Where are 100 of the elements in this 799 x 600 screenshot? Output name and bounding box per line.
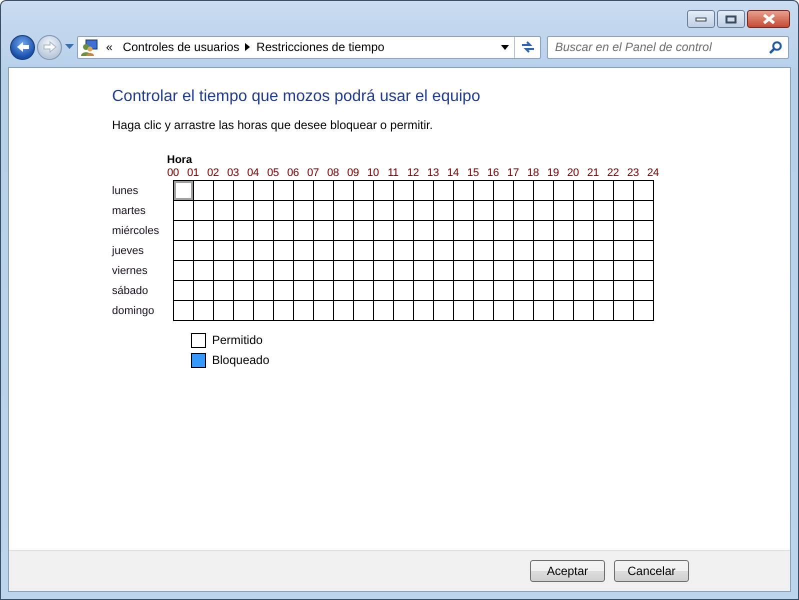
hour-cell[interactable] — [174, 201, 194, 221]
hour-cell[interactable] — [274, 181, 294, 201]
hour-cell[interactable] — [574, 201, 594, 221]
hour-cell[interactable] — [454, 181, 474, 201]
hour-cell[interactable] — [234, 201, 254, 221]
hour-cell[interactable] — [434, 281, 454, 301]
hour-cell[interactable] — [434, 301, 454, 321]
hour-cell[interactable] — [614, 201, 634, 221]
hour-cell[interactable] — [454, 281, 474, 301]
search-icon[interactable] — [769, 40, 782, 54]
hour-cell[interactable] — [354, 281, 374, 301]
hour-cell[interactable] — [274, 281, 294, 301]
hour-cell[interactable] — [514, 281, 534, 301]
hour-cell[interactable] — [294, 281, 314, 301]
hour-cell[interactable] — [354, 201, 374, 221]
close-button[interactable] — [747, 10, 790, 28]
hour-cell[interactable] — [254, 201, 274, 221]
hour-cell[interactable] — [534, 221, 554, 241]
hour-cell[interactable] — [294, 241, 314, 261]
chevron-icon[interactable] — [245, 43, 250, 51]
hour-cell[interactable] — [514, 261, 534, 281]
hour-cell[interactable] — [274, 261, 294, 281]
hour-cell[interactable] — [614, 261, 634, 281]
hour-cell[interactable] — [614, 241, 634, 261]
hour-cell[interactable] — [534, 301, 554, 321]
cancel-button[interactable]: Cancelar — [614, 560, 689, 582]
hour-cell[interactable] — [354, 241, 374, 261]
hour-cell[interactable] — [614, 181, 634, 201]
hour-cell[interactable] — [214, 261, 234, 281]
hour-cell[interactable] — [194, 201, 214, 221]
hour-cell[interactable] — [314, 301, 334, 321]
hour-cell[interactable] — [434, 261, 454, 281]
hour-cell[interactable] — [314, 281, 334, 301]
hour-cell[interactable] — [434, 241, 454, 261]
hour-cell[interactable] — [294, 301, 314, 321]
hour-cell[interactable] — [194, 181, 214, 201]
hour-cell[interactable] — [314, 261, 334, 281]
hour-cell[interactable] — [174, 241, 194, 261]
hour-cell[interactable] — [554, 221, 574, 241]
hour-cell[interactable] — [554, 241, 574, 261]
hour-cell[interactable] — [414, 221, 434, 241]
hour-cell[interactable] — [394, 301, 414, 321]
hour-cell[interactable] — [334, 181, 354, 201]
hour-cell[interactable] — [274, 301, 294, 321]
hour-cell[interactable] — [474, 241, 494, 261]
hour-cell[interactable] — [594, 261, 614, 281]
hour-cell[interactable] — [234, 221, 254, 241]
hour-cell[interactable] — [174, 221, 194, 241]
hour-cell[interactable] — [434, 181, 454, 201]
hour-cell[interactable] — [574, 261, 594, 281]
hour-cell[interactable] — [554, 181, 574, 201]
hour-cell[interactable] — [454, 261, 474, 281]
hour-cell[interactable] — [414, 281, 434, 301]
hour-cell[interactable] — [254, 181, 274, 201]
hour-cell[interactable] — [514, 221, 534, 241]
hour-cell[interactable] — [394, 261, 414, 281]
hour-cell[interactable] — [574, 301, 594, 321]
hour-cell[interactable] — [274, 201, 294, 221]
hour-cell[interactable] — [374, 201, 394, 221]
hour-cell[interactable] — [354, 301, 374, 321]
hour-cell[interactable] — [594, 301, 614, 321]
hour-cell[interactable] — [314, 221, 334, 241]
hour-cell[interactable] — [634, 181, 654, 201]
hour-cell[interactable] — [214, 281, 234, 301]
breadcrumb-overflow[interactable]: « — [106, 40, 113, 54]
hour-cell[interactable] — [594, 201, 614, 221]
hour-cell[interactable] — [354, 261, 374, 281]
breadcrumb[interactable]: Restricciones de tiempo — [256, 40, 384, 54]
hour-cell[interactable] — [474, 221, 494, 241]
maximize-button[interactable] — [717, 10, 745, 28]
hour-cell[interactable] — [174, 301, 194, 321]
back-button[interactable] — [10, 34, 35, 60]
hour-cell[interactable] — [514, 301, 534, 321]
hour-cell[interactable] — [514, 241, 534, 261]
hour-cell[interactable] — [254, 241, 274, 261]
hour-cell[interactable] — [414, 261, 434, 281]
hour-cell[interactable] — [454, 241, 474, 261]
hour-cell[interactable] — [474, 201, 494, 221]
breadcrumb[interactable]: Controles de usuarios — [122, 40, 240, 54]
search-field[interactable]: Buscar en el Panel de control — [547, 36, 789, 58]
hour-cell[interactable] — [494, 241, 514, 261]
hour-cell[interactable] — [214, 181, 234, 201]
hour-cell[interactable] — [214, 221, 234, 241]
hour-cell[interactable] — [334, 301, 354, 321]
hour-cell[interactable] — [574, 181, 594, 201]
hour-cell[interactable] — [334, 201, 354, 221]
hour-cell[interactable] — [334, 221, 354, 241]
hour-cell[interactable] — [434, 201, 454, 221]
hour-cell[interactable] — [394, 201, 414, 221]
hour-cell[interactable] — [534, 241, 554, 261]
hour-cell[interactable] — [394, 241, 414, 261]
hour-cell[interactable] — [254, 261, 274, 281]
hour-cell[interactable] — [174, 181, 194, 201]
hour-cell[interactable] — [634, 201, 654, 221]
hour-cell[interactable] — [294, 221, 314, 241]
hour-cell[interactable] — [534, 201, 554, 221]
hour-cell[interactable] — [394, 181, 414, 201]
hour-cell[interactable] — [494, 221, 514, 241]
hour-cell[interactable] — [294, 261, 314, 281]
hour-cell[interactable] — [594, 241, 614, 261]
